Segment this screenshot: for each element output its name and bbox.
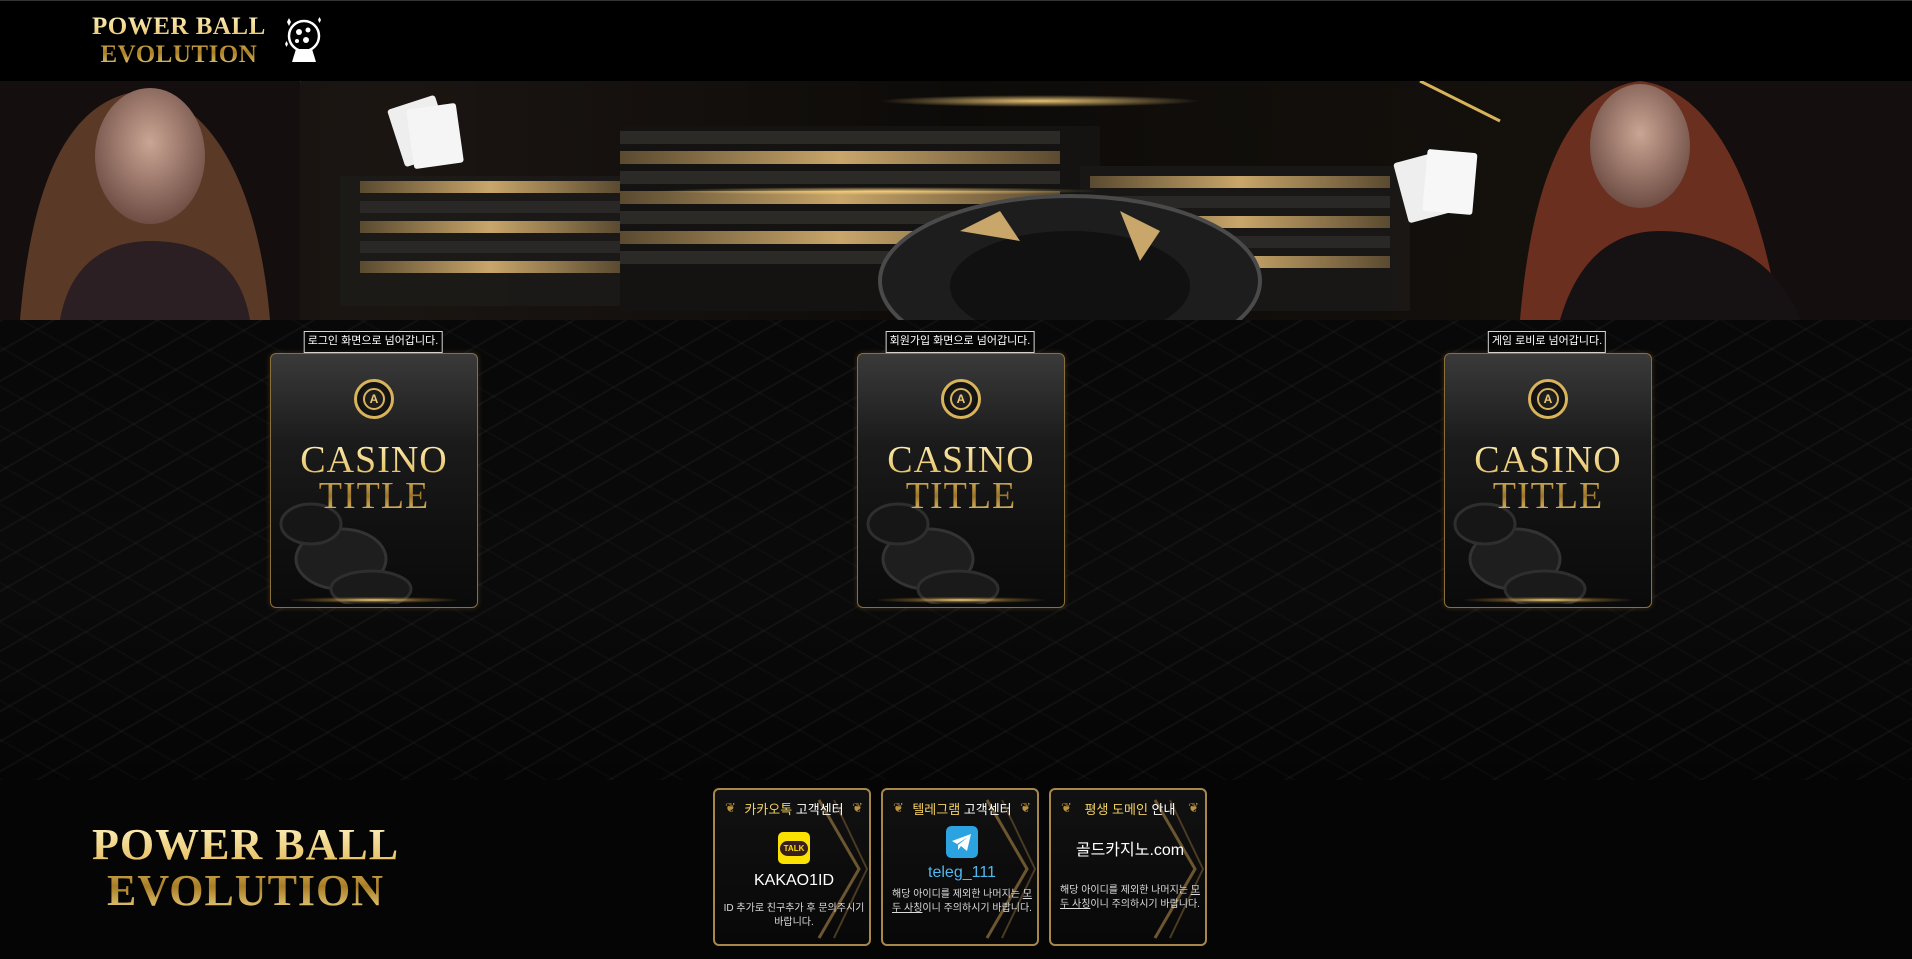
casino-emblem-icon: A <box>1528 379 1568 419</box>
logo-line-1: POWER BALL <box>92 13 266 40</box>
support-card-title: ❦ 카카오톡 고객센터 ❦ <box>715 800 869 818</box>
title-rest: 고객센터 <box>960 802 1012 817</box>
casino-title-line-1: CASINO <box>887 439 1035 481</box>
laurel-right-icon: ❦ <box>852 800 863 815</box>
laurel-right-icon: ❦ <box>1188 800 1199 815</box>
site-header: POWER BALL EVOLUTION <box>0 0 1912 82</box>
note-text-end: 이니 주의하시기 바랍니다. <box>922 903 1032 914</box>
login-hint-label: 로그인 화면으로 넘어갑니다. <box>303 331 443 353</box>
support-card-title: ❦ 텔레그램 고객센터 ❦ <box>883 800 1037 818</box>
laurel-right-icon: ❦ <box>1020 800 1031 815</box>
note-text: 해당 아이디를 제외한 나머지는 <box>892 889 1023 900</box>
note-text: 해당 아이디를 제외한 나머지는 <box>1060 885 1191 896</box>
kakaotalk-id: KAKAO1ID <box>753 872 835 889</box>
login-casino-card[interactable]: A CASINO TITLE <box>270 353 478 608</box>
casino-emblem-icon: A <box>941 379 981 419</box>
casino-title: CASINO TITLE <box>858 442 1064 514</box>
lobby-casino-card[interactable]: A CASINO TITLE <box>1444 353 1652 608</box>
lobby-hint-label: 게임 로비로 넘어갑니다. <box>1487 331 1607 353</box>
emblem-letter: A <box>950 388 972 410</box>
title-rest: 고객센터 <box>792 802 844 817</box>
emblem-letter: A <box>1537 388 1559 410</box>
title-highlight: 텔레그램 <box>912 802 961 817</box>
laurel-left-icon: ❦ <box>893 800 904 815</box>
casino-title-line-2: TITLE <box>905 475 1017 517</box>
casino-title-line-2: TITLE <box>318 475 430 517</box>
banner-artwork <box>0 81 1912 320</box>
footer-logo-line-2: EVOLUTION <box>106 866 385 915</box>
casino-title-line-1: CASINO <box>1474 439 1622 481</box>
logo-line-2: EVOLUTION <box>100 41 258 68</box>
card-glow <box>1465 597 1631 603</box>
laurel-left-icon: ❦ <box>725 800 736 815</box>
footer-logo[interactable]: POWER BALL EVOLUTION <box>92 822 399 914</box>
card-glow <box>291 597 457 603</box>
casino-title: CASINO TITLE <box>271 442 477 514</box>
lottery-ball-machine-icon <box>284 17 321 62</box>
telegram-note: 해당 아이디를 제외한 나머지는 모두 사칭이니 주의하시기 바랍니다. <box>889 888 1035 916</box>
footer-logo-line-1: POWER BALL <box>92 820 400 869</box>
kakaotalk-icon: TALK <box>778 832 810 864</box>
casino-title: CASINO TITLE <box>1445 442 1651 514</box>
signup-hint-label: 회원가입 화면으로 넘어갑니다. <box>885 331 1035 353</box>
telegram-icon <box>946 826 978 858</box>
domain-note: 해당 아이디를 제외한 나머지는 모두 사칭이니 주의하시기 바랍니다. <box>1057 884 1203 912</box>
telegram-id: teleg_111 <box>928 864 996 881</box>
kakaotalk-note: ID 추가로 친구추가 후 문의주시기 바랍니다. <box>723 903 865 928</box>
support-card-title: ❦ 평생 도메인 안내 ❦ <box>1051 800 1205 818</box>
hero-banner <box>0 81 1912 320</box>
card-glow <box>878 597 1044 603</box>
site-logo[interactable]: POWER BALL EVOLUTION <box>92 13 326 69</box>
kakaotalk-support-card[interactable]: ❦ 카카오톡 고객센터 ❦ TALK KAKAO1ID ID 추가로 친구추가 … <box>713 788 871 946</box>
emblem-letter: A <box>363 388 385 410</box>
title-highlight: 카카오톡 <box>744 802 793 817</box>
kakaotalk-icon-label: TALK <box>779 840 809 856</box>
logo-text: POWER BALL EVOLUTION <box>92 13 266 69</box>
title-rest: 안내 <box>1147 802 1176 817</box>
domain-text[interactable]: 골드카지노.com <box>1051 842 1205 860</box>
casino-title-line-1: CASINO <box>300 439 448 481</box>
note-text-end: 이니 주의하시기 바랍니다. <box>1090 899 1200 910</box>
laurel-left-icon: ❦ <box>1061 800 1072 815</box>
signup-casino-card[interactable]: A CASINO TITLE <box>857 353 1065 608</box>
domain-info-card[interactable]: ❦ 평생 도메인 안내 ❦ 골드카지노.com 해당 아이디를 제외한 나머지는… <box>1049 788 1207 946</box>
casino-emblem-icon: A <box>354 379 394 419</box>
telegram-support-card[interactable]: ❦ 텔레그램 고객센터 ❦ teleg_111 해당 아이디를 제외한 나머지는… <box>881 788 1039 946</box>
title-highlight: 평생 도메인 <box>1084 802 1148 817</box>
casino-title-line-2: TITLE <box>1492 475 1604 517</box>
